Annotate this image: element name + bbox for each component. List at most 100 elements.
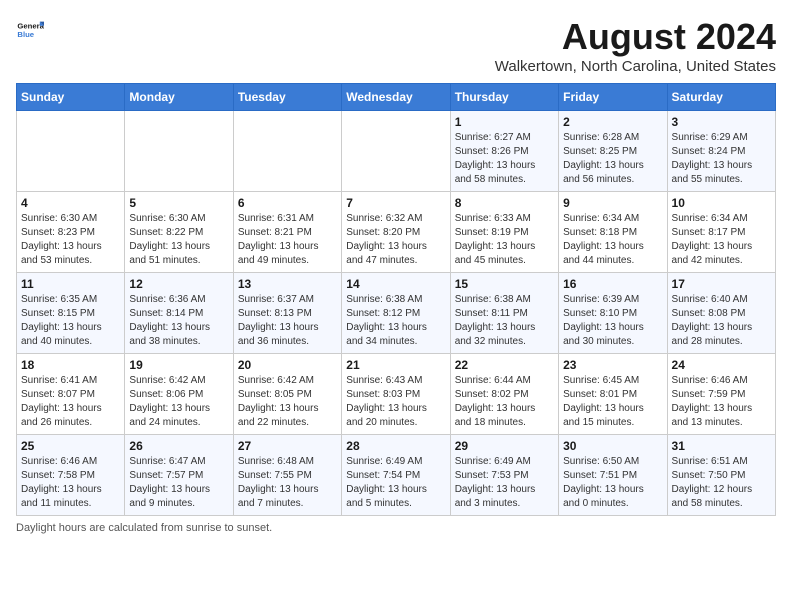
day-number: 22: [455, 358, 554, 372]
footer: Daylight hours are calculated from sunri…: [16, 522, 776, 534]
page-header: General Blue August 2024 Walkertown, Nor…: [16, 16, 776, 75]
calendar-cell: 29 Sunrise: 6:49 AM Sunset: 7:53 PM Dayli…: [450, 435, 558, 516]
calendar-week-3: 11 Sunrise: 6:35 AM Sunset: 8:15 PM Dayli…: [17, 273, 776, 354]
calendar-cell: 8Sunrise: 6:33 AM Sunset: 8:19 PM Daylig…: [450, 192, 558, 273]
day-number: 5: [129, 196, 228, 210]
day-info: Sunrise: 6:30 AM Sunset: 8:22 PM Dayligh…: [129, 212, 228, 268]
calendar-cell: 28Sunrise: 6:49 AM Sunset: 7:54 PM Dayli…: [342, 435, 450, 516]
day-number: 8: [455, 196, 554, 210]
day-number: 13: [238, 277, 337, 291]
day-info: Sunrise: 6:30 AM Sunset: 8:23 PM Dayligh…: [21, 212, 120, 268]
calendar-header-tuesday: Tuesday: [233, 84, 341, 111]
calendar-cell: 9Sunrise: 6:34 AM Sunset: 8:18 PM Daylig…: [559, 192, 667, 273]
day-number: 27: [238, 439, 337, 453]
calendar-cell: 19Sunrise: 6:42 AM Sunset: 8:06 PM Dayli…: [125, 354, 233, 435]
logo-icon: General Blue: [16, 16, 44, 44]
day-number: 3: [672, 115, 771, 129]
day-number: 12: [129, 277, 228, 291]
calendar-table: SundayMondayTuesdayWednesdayThursdayFrid…: [16, 83, 776, 516]
day-info: Sunrise: 6:28 AM Sunset: 8:25 PM Dayligh…: [563, 131, 662, 187]
day-info: Sunrise: 6:35 AM Sunset: 8:15 PM Dayligh…: [21, 293, 120, 349]
calendar-week-4: 18 Sunrise: 6:41 AM Sunset: 8:07 PM Dayli…: [17, 354, 776, 435]
day-number: 18: [21, 358, 120, 372]
calendar-cell: 16 Sunrise: 6:39 AM Sunset: 8:10 PM Dayli…: [559, 273, 667, 354]
day-number: 21: [346, 358, 445, 372]
month-title: August 2024: [495, 16, 776, 58]
day-number: 31: [672, 439, 771, 453]
calendar-cell: 25Sunrise: 6:46 AM Sunset: 7:58 PM Dayli…: [17, 435, 125, 516]
day-number: 1: [455, 115, 554, 129]
calendar-header-wednesday: Wednesday: [342, 84, 450, 111]
title-area: August 2024 Walkertown, North Carolina, …: [495, 16, 776, 75]
footer-note: Daylight hours are calculated from sunri…: [16, 522, 272, 534]
calendar-cell: 7 Sunrise: 6:32 AM Sunset: 8:20 PM Daylig…: [342, 192, 450, 273]
day-info: Sunrise: 6:49 AM Sunset: 7:54 PM Dayligh…: [346, 455, 445, 511]
day-number: 15: [455, 277, 554, 291]
calendar-header-monday: Monday: [125, 84, 233, 111]
day-info: Sunrise: 6:36 AM Sunset: 8:14 PM Dayligh…: [129, 293, 228, 349]
calendar-cell: 17Sunrise: 6:40 AM Sunset: 8:08 PM Dayli…: [667, 273, 775, 354]
calendar-body: 1 Sunrise: 6:27 AM Sunset: 8:26 PM Daylig…: [17, 111, 776, 516]
day-info: Sunrise: 6:46 AM Sunset: 7:59 PM Dayligh…: [672, 374, 771, 430]
calendar-cell: [233, 111, 341, 192]
calendar-cell: [17, 111, 125, 192]
day-number: 7: [346, 196, 445, 210]
calendar-cell: 22Sunrise: 6:44 AM Sunset: 8:02 PM Dayli…: [450, 354, 558, 435]
calendar-cell: 13Sunrise: 6:37 AM Sunset: 8:13 PM Dayli…: [233, 273, 341, 354]
day-info: Sunrise: 6:27 AM Sunset: 8:26 PM Dayligh…: [455, 131, 554, 187]
calendar-cell: 23 Sunrise: 6:45 AM Sunset: 8:01 PM Dayli…: [559, 354, 667, 435]
day-info: Sunrise: 6:42 AM Sunset: 8:05 PM Dayligh…: [238, 374, 337, 430]
calendar-cell: 31 Sunrise: 6:51 AM Sunset: 7:50 PM Dayli…: [667, 435, 775, 516]
logo: General Blue: [16, 16, 48, 44]
day-info: Sunrise: 6:39 AM Sunset: 8:10 PM Dayligh…: [563, 293, 662, 349]
day-info: Sunrise: 6:31 AM Sunset: 8:21 PM Dayligh…: [238, 212, 337, 268]
calendar-header-sunday: Sunday: [17, 84, 125, 111]
calendar-cell: 11 Sunrise: 6:35 AM Sunset: 8:15 PM Dayli…: [17, 273, 125, 354]
day-number: 16: [563, 277, 662, 291]
calendar-cell: 21 Sunrise: 6:43 AM Sunset: 8:03 PM Dayli…: [342, 354, 450, 435]
day-number: 4: [21, 196, 120, 210]
day-info: Sunrise: 6:43 AM Sunset: 8:03 PM Dayligh…: [346, 374, 445, 430]
calendar-cell: 12 Sunrise: 6:36 AM Sunset: 8:14 PM Dayli…: [125, 273, 233, 354]
day-number: 23: [563, 358, 662, 372]
day-info: Sunrise: 6:32 AM Sunset: 8:20 PM Dayligh…: [346, 212, 445, 268]
calendar-cell: 20 Sunrise: 6:42 AM Sunset: 8:05 PM Dayli…: [233, 354, 341, 435]
day-number: 26: [129, 439, 228, 453]
day-info: Sunrise: 6:38 AM Sunset: 8:12 PM Dayligh…: [346, 293, 445, 349]
day-number: 11: [21, 277, 120, 291]
day-info: Sunrise: 6:40 AM Sunset: 8:08 PM Dayligh…: [672, 293, 771, 349]
day-number: 14: [346, 277, 445, 291]
calendar-header-saturday: Saturday: [667, 84, 775, 111]
calendar-cell: 6 Sunrise: 6:31 AM Sunset: 8:21 PM Daylig…: [233, 192, 341, 273]
day-info: Sunrise: 6:34 AM Sunset: 8:17 PM Dayligh…: [672, 212, 771, 268]
day-number: 6: [238, 196, 337, 210]
day-info: Sunrise: 6:38 AM Sunset: 8:11 PM Dayligh…: [455, 293, 554, 349]
calendar-cell: 18 Sunrise: 6:41 AM Sunset: 8:07 PM Dayli…: [17, 354, 125, 435]
day-info: Sunrise: 6:41 AM Sunset: 8:07 PM Dayligh…: [21, 374, 120, 430]
day-number: 25: [21, 439, 120, 453]
day-info: Sunrise: 6:42 AM Sunset: 8:06 PM Dayligh…: [129, 374, 228, 430]
day-info: Sunrise: 6:49 AM Sunset: 7:53 PM Dayligh…: [455, 455, 554, 511]
calendar-cell: 30Sunrise: 6:50 AM Sunset: 7:51 PM Dayli…: [559, 435, 667, 516]
calendar-cell: 27 Sunrise: 6:48 AM Sunset: 7:55 PM Dayli…: [233, 435, 341, 516]
day-info: Sunrise: 6:51 AM Sunset: 7:50 PM Dayligh…: [672, 455, 771, 511]
day-number: 29: [455, 439, 554, 453]
day-number: 10: [672, 196, 771, 210]
calendar-cell: 3Sunrise: 6:29 AM Sunset: 8:24 PM Daylig…: [667, 111, 775, 192]
day-info: Sunrise: 6:48 AM Sunset: 7:55 PM Dayligh…: [238, 455, 337, 511]
calendar-cell: 4 Sunrise: 6:30 AM Sunset: 8:23 PM Daylig…: [17, 192, 125, 273]
svg-text:Blue: Blue: [17, 30, 34, 39]
calendar-week-5: 25Sunrise: 6:46 AM Sunset: 7:58 PM Dayli…: [17, 435, 776, 516]
day-number: 9: [563, 196, 662, 210]
calendar-header-friday: Friday: [559, 84, 667, 111]
calendar-cell: [125, 111, 233, 192]
calendar-cell: 1 Sunrise: 6:27 AM Sunset: 8:26 PM Daylig…: [450, 111, 558, 192]
day-number: 2: [563, 115, 662, 129]
calendar-cell: 26 Sunrise: 6:47 AM Sunset: 7:57 PM Dayli…: [125, 435, 233, 516]
calendar-cell: 5 Sunrise: 6:30 AM Sunset: 8:22 PM Daylig…: [125, 192, 233, 273]
day-number: 20: [238, 358, 337, 372]
calendar-cell: [342, 111, 450, 192]
day-info: Sunrise: 6:47 AM Sunset: 7:57 PM Dayligh…: [129, 455, 228, 511]
day-info: Sunrise: 6:45 AM Sunset: 8:01 PM Dayligh…: [563, 374, 662, 430]
location: Walkertown, North Carolina, United State…: [495, 58, 776, 75]
